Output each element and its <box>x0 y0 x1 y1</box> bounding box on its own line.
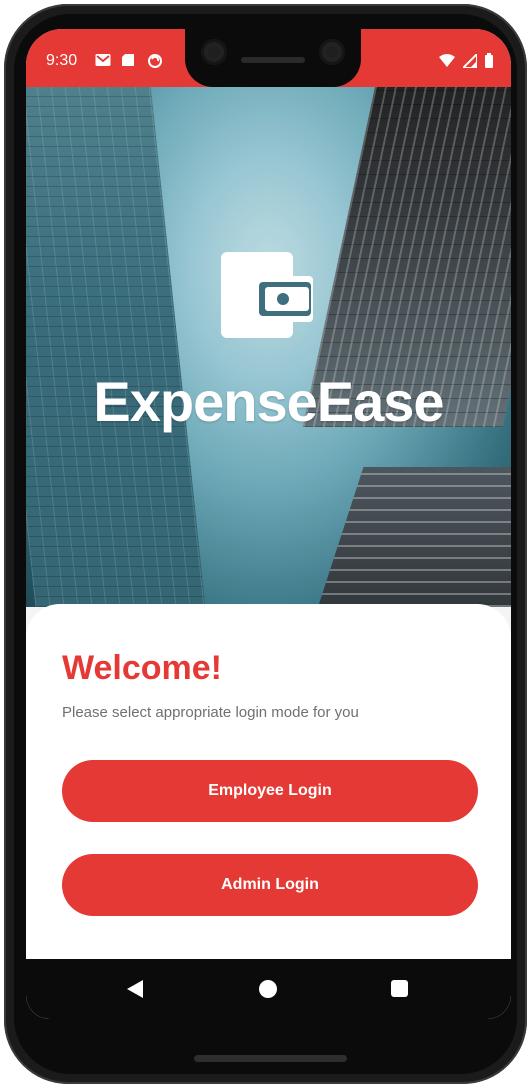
battery-icon <box>485 53 493 73</box>
wallet-icon <box>221 252 317 338</box>
status-system-icons <box>439 51 493 73</box>
system-nav-bar <box>26 959 511 1019</box>
gmail-icon <box>95 53 111 67</box>
front-sensor-icon <box>319 39 345 65</box>
welcome-subtitle: Please select appropriate login mode for… <box>62 704 359 721</box>
hero-background: ExpenseEase <box>26 87 511 607</box>
login-card: Welcome! Please select appropriate login… <box>26 604 511 1019</box>
camera-notch <box>185 29 361 87</box>
sync-icon <box>147 53 163 68</box>
signal-icon <box>460 51 478 73</box>
app-screen: 9:30 ExpenseEase Welcome! Please select … <box>26 29 511 1019</box>
back-icon[interactable] <box>127 980 143 998</box>
employee-login-button[interactable]: Employee Login <box>62 760 478 822</box>
hero-overlay <box>26 87 511 607</box>
home-icon[interactable] <box>259 980 277 998</box>
status-time: 9:30 <box>46 52 78 69</box>
earpiece-speaker <box>241 57 305 63</box>
welcome-title: Welcome! <box>62 649 222 687</box>
status-notification-icons <box>95 53 163 68</box>
admin-login-button[interactable]: Admin Login <box>62 854 478 916</box>
wifi-icon <box>439 53 455 73</box>
sd-card-icon <box>121 53 137 67</box>
app-name: ExpenseEase <box>93 370 444 433</box>
front-camera-icon <box>201 39 227 65</box>
recents-icon[interactable] <box>391 980 408 997</box>
bottom-speaker-grille <box>194 1055 347 1062</box>
